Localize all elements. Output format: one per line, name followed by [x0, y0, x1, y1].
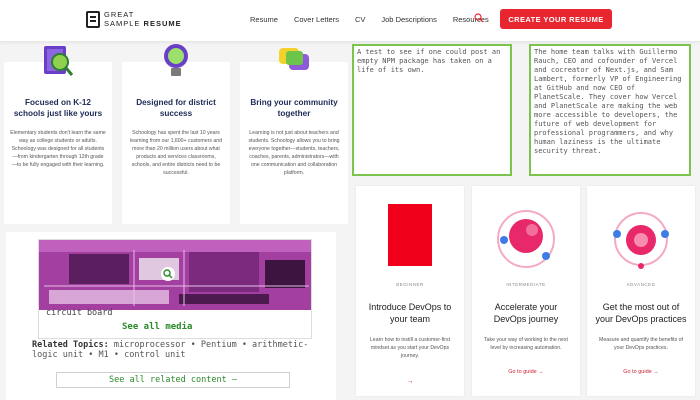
nav-item-cover-letters[interactable]: Cover Letters — [294, 15, 339, 24]
text-box-podcast: The home team talks with Guillermo Rauch… — [529, 44, 691, 176]
logo-icon — [86, 10, 100, 28]
chat-bubbles-icon — [279, 48, 309, 70]
nav-item-job-descriptions[interactable]: Job Descriptions — [381, 15, 436, 24]
card-title: Get the most out of your DevOps practice… — [595, 302, 687, 324]
devops-card-beginner[interactable]: BEGINNER Introduce DevOps to your team L… — [356, 186, 464, 396]
nav-item-resume[interactable]: Resume — [250, 15, 278, 24]
logo-text: GREAT SAMPLE RESUME — [104, 10, 182, 28]
nav-item-cv[interactable]: CV — [355, 15, 365, 24]
card-level-tag: ADVANCED — [626, 282, 656, 287]
go-to-guide-link[interactable]: Go to guide → — [587, 369, 695, 375]
feature-title: Designed for district success — [136, 98, 216, 118]
feature-body: Schoology has spent the last 10 years le… — [129, 130, 223, 176]
feature-body: Elementary students don't learn the same… — [10, 130, 106, 168]
devops-card-advanced[interactable]: ADVANCED Get the most out of your DevOps… — [587, 186, 695, 396]
practices-graphic — [613, 212, 669, 269]
feature-card-community: Bring your community together Learning i… — [240, 48, 348, 224]
feature-title: Focused on K-12 schools just like yours — [13, 98, 103, 118]
card-title: Accelerate your DevOps journey — [493, 302, 559, 324]
see-all-related-button[interactable]: See all related content — — [56, 372, 290, 388]
card-arrow-link[interactable]: → — [356, 378, 464, 385]
see-all-media-link[interactable]: See all media — [122, 322, 192, 332]
go-to-guide-link[interactable]: Go to guide → — [472, 369, 580, 375]
site-logo[interactable]: GREAT SAMPLE RESUME — [86, 10, 182, 28]
card-body: Measure and quantify the benefits of you… — [599, 337, 683, 351]
card-title: Introduce DevOps to your team — [368, 302, 452, 324]
feature-card-district: Designed for district success Schoology … — [122, 44, 230, 224]
site-header: GREAT SAMPLE RESUME Resume Cover Letters… — [0, 0, 700, 42]
text-box-npm: A test to see if one could post an empty… — [352, 44, 512, 176]
image-caption: circuit board — [46, 308, 113, 318]
lightbulb-icon — [164, 44, 188, 76]
media-panel: circuit board See all media Related Topi… — [6, 232, 336, 400]
card-level-tag: BEGINNER — [396, 282, 424, 287]
circuit-board-graphic — [39, 240, 311, 310]
main-nav: Resume Cover Letters CV Job Descriptions… — [250, 15, 489, 24]
related-topics: Related Topics: microprocessor • Pentium… — [32, 340, 322, 360]
create-resume-button[interactable]: CREATE YOUR RESUME — [500, 9, 612, 29]
feature-title: Bring your community together — [250, 98, 338, 118]
search-icon[interactable] — [474, 13, 484, 23]
red-block-graphic — [388, 204, 432, 266]
books-magnifier-icon — [44, 46, 74, 76]
card-level-tag: INTERMEDIATE — [506, 282, 546, 287]
devops-card-intermediate[interactable]: INTERMEDIATE Accelerate your DevOps jour… — [472, 186, 580, 396]
accelerate-graphic — [497, 210, 555, 268]
related-topics-label: Related Topics: — [32, 340, 109, 350]
feature-card-k12: Focused on K-12 schools just like yours … — [4, 46, 112, 224]
card-body: Learn how to instill a customer-first mi… — [369, 337, 451, 359]
card-body: Take your way of working to the next lev… — [484, 337, 568, 351]
feature-body: Learning is not just about teachers and … — [248, 130, 340, 176]
